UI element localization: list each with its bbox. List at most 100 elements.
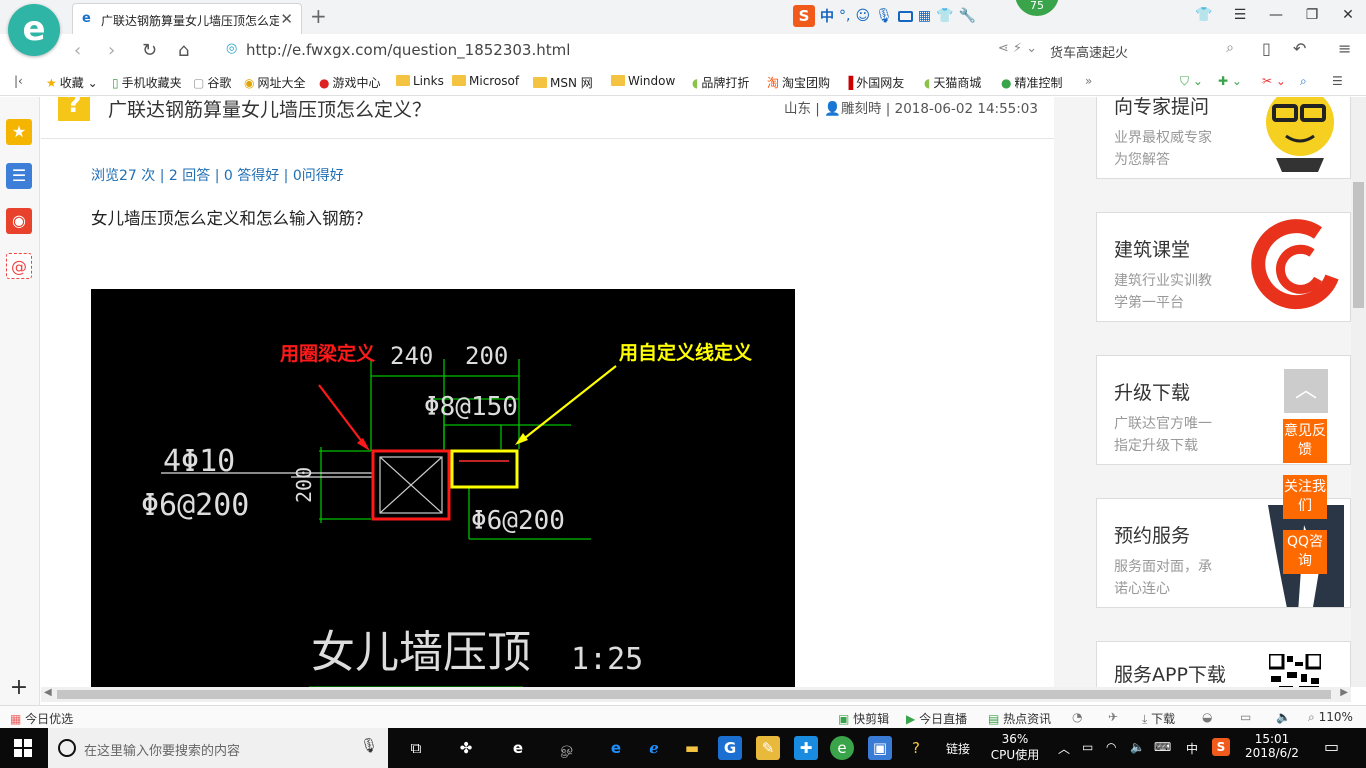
- forward-icon[interactable]: ›: [108, 40, 115, 61]
- restore-button[interactable]: ❐: [1294, 0, 1330, 30]
- qq-consult-button[interactable]: QQ咨询: [1283, 530, 1327, 574]
- ad-expert-question[interactable]: 向专家提问 业界最权威专家 为您解答: [1096, 97, 1351, 179]
- bookmark-tmall[interactable]: ◖ 天猫商城: [924, 74, 981, 91]
- mail-icon[interactable]: @: [6, 253, 32, 279]
- bookmark-taobao[interactable]: 淘淘宝团购: [767, 74, 830, 91]
- url-text[interactable]: http://e.fwxgx.com/question_1852303.html: [246, 41, 570, 59]
- scissors-icon[interactable]: ✂ ⌄: [1262, 74, 1286, 88]
- tray-links[interactable]: 链接: [946, 740, 970, 757]
- bookmark-msn[interactable]: MSN 网: [533, 74, 593, 91]
- close-tab-icon[interactable]: ✕: [280, 10, 293, 28]
- menu-lines-icon[interactable]: ☰: [1332, 74, 1343, 88]
- clock[interactable]: 15:01 2018/6/2: [1242, 732, 1302, 760]
- sogou-ime-icon[interactable]: S: [793, 5, 815, 27]
- close-window-button[interactable]: ✕: [1330, 0, 1366, 30]
- back-to-top-button[interactable]: ︿: [1284, 369, 1328, 413]
- address-bar[interactable]: ◎ http://e.fwxgx.com/question_1852303.ht…: [222, 38, 1037, 62]
- windows-start-icon[interactable]: [14, 739, 32, 757]
- ad-app-download[interactable]: 服务APP下载: [1096, 641, 1351, 687]
- bookmark-precise[interactable]: ● 精准控制: [1001, 74, 1063, 91]
- bookmark-brand[interactable]: ◖ 品牌打折: [692, 74, 749, 91]
- tray-ime[interactable]: 中: [1186, 740, 1198, 757]
- ime-punct[interactable]: °,: [839, 8, 850, 24]
- home-icon[interactable]: ⌂: [178, 40, 189, 61]
- download-link[interactable]: ⤓ 下载: [1142, 710, 1175, 727]
- sogou-tray-icon[interactable]: S: [1212, 738, 1230, 756]
- reload-icon[interactable]: ↻: [142, 40, 157, 61]
- extension-icon[interactable]: ✚ ⌄: [1218, 74, 1242, 88]
- keyboard-icon[interactable]: ⌨: [1154, 740, 1171, 754]
- undo-icon[interactable]: ↶: [1293, 39, 1306, 58]
- bookmark-microsoft[interactable]: Microsof: [452, 74, 519, 88]
- share-lightning-icon[interactable]: ⋖ ⚡ ⌄: [998, 41, 1037, 56]
- browser-tab[interactable]: e 广联达钢筋算量女儿墙压顶怎么定义？ ✕: [72, 3, 302, 34]
- ad-building-class[interactable]: 建筑课堂 建筑行业实训教 学第一平台: [1096, 212, 1351, 322]
- question-stats[interactable]: 浏览27 次 | 2 回答 | 0 答得好 | 0问得好: [91, 165, 344, 185]
- window-icon[interactable]: ▭: [1240, 710, 1251, 724]
- ie-old-icon[interactable]: e: [506, 736, 530, 760]
- app-window-icon[interactable]: ▣: [868, 736, 892, 760]
- file-explorer-icon[interactable]: ▬: [680, 736, 704, 760]
- tray-expand-icon[interactable]: ︿: [1058, 740, 1070, 757]
- browser-score-badge[interactable]: 75: [1015, 0, 1059, 16]
- clean-icon[interactable]: ◒: [1202, 710, 1212, 724]
- glodon-app-icon[interactable]: G: [718, 736, 742, 760]
- emoji-icon[interactable]: ☺: [855, 8, 870, 24]
- bookmark-google[interactable]: ▢ 谷歌: [193, 74, 231, 91]
- scroll-thumb[interactable]: [57, 690, 1331, 699]
- 360-browser-taskbar-icon[interactable]: e: [830, 736, 854, 760]
- battery-icon[interactable]: ▭: [1082, 740, 1093, 754]
- search-icon[interactable]: ⌕: [1226, 40, 1234, 56]
- skin-shirt-icon[interactable]: 👕: [936, 8, 953, 24]
- scroll-right-icon[interactable]: ▶: [1340, 687, 1348, 698]
- microphone-icon[interactable]: 🎙: [875, 8, 893, 24]
- help-app-icon[interactable]: ?: [904, 736, 928, 760]
- add-sidebar-icon[interactable]: +: [6, 675, 32, 701]
- spiral-app-icon[interactable]: ௐ: [556, 736, 580, 760]
- search-input[interactable]: 货车高速起火: [1050, 42, 1128, 61]
- ime-mode[interactable]: 中: [820, 6, 834, 26]
- pinwheel-app-icon[interactable]: ✤: [454, 736, 478, 760]
- speaker-icon[interactable]: 🔈: [1276, 710, 1291, 724]
- hot-news[interactable]: ▤ 热点资讯: [988, 710, 1051, 727]
- bookmark-foreign[interactable]: ▐ 外国网友: [844, 74, 904, 91]
- bookmark-links[interactable]: Links: [396, 74, 444, 88]
- feedback-button[interactable]: 意见反馈: [1283, 419, 1327, 463]
- task-view-icon[interactable]: ⧉: [404, 736, 428, 760]
- microphone-icon[interactable]: 🎙: [360, 738, 378, 754]
- menu-icon[interactable]: ☰: [1222, 0, 1258, 30]
- notification-icon[interactable]: ▭: [1324, 737, 1339, 756]
- zoom-tool-icon[interactable]: ⌕: [1300, 74, 1307, 89]
- minimize-button[interactable]: —: [1258, 0, 1294, 30]
- notes-app-icon[interactable]: ✎: [756, 736, 780, 760]
- skin-icon[interactable]: 👕: [1186, 0, 1222, 30]
- daily-picks[interactable]: ▦ 今日优选: [10, 710, 73, 727]
- weibo-icon[interactable]: ◉: [6, 208, 32, 234]
- cpu-monitor[interactable]: 36% CPU使用: [990, 732, 1040, 763]
- taskbar-search-input[interactable]: 在这里输入你要搜索的内容: [84, 740, 240, 759]
- wifi-icon[interactable]: ◠: [1106, 740, 1116, 754]
- reading-list-icon[interactable]: ☰: [6, 163, 32, 189]
- bookmark-mobile[interactable]: ▯ 手机收藏夹: [112, 74, 182, 91]
- quick-edit[interactable]: ▣ 快剪辑: [838, 710, 889, 727]
- tool-app-icon[interactable]: ✚: [794, 736, 818, 760]
- grid-icon[interactable]: ▦: [918, 8, 931, 24]
- keyboard-icon[interactable]: [897, 10, 913, 22]
- back-icon[interactable]: ‹: [74, 40, 81, 61]
- more-menu-icon[interactable]: ≡: [1338, 39, 1351, 58]
- horizontal-scrollbar[interactable]: ◀ ▶: [41, 687, 1351, 702]
- bookmark-games[interactable]: ● 游戏中心: [319, 74, 381, 91]
- favorites-star-icon[interactable]: ★: [6, 119, 32, 145]
- wrench-icon[interactable]: 🔧: [959, 8, 976, 24]
- bookmark-favorites[interactable]: ★ 收藏 ⌄: [46, 74, 98, 91]
- live-today[interactable]: ▶ 今日直播: [906, 710, 967, 727]
- pin-icon[interactable]: ✈: [1108, 710, 1118, 724]
- bookmark-windows[interactable]: Window: [611, 74, 675, 88]
- edge-icon[interactable]: e: [604, 736, 628, 760]
- taskbar-search[interactable]: 在这里输入你要搜索的内容 🎙: [48, 728, 388, 768]
- volume-icon[interactable]: 🔈: [1130, 740, 1145, 754]
- search-box[interactable]: 货车高速起火 ⌕: [1040, 38, 1240, 62]
- sidebar-toggle-icon[interactable]: |‹: [14, 74, 23, 88]
- internet-explorer-icon[interactable]: ℯ: [642, 736, 666, 760]
- more-bookmarks-icon[interactable]: »: [1085, 74, 1092, 88]
